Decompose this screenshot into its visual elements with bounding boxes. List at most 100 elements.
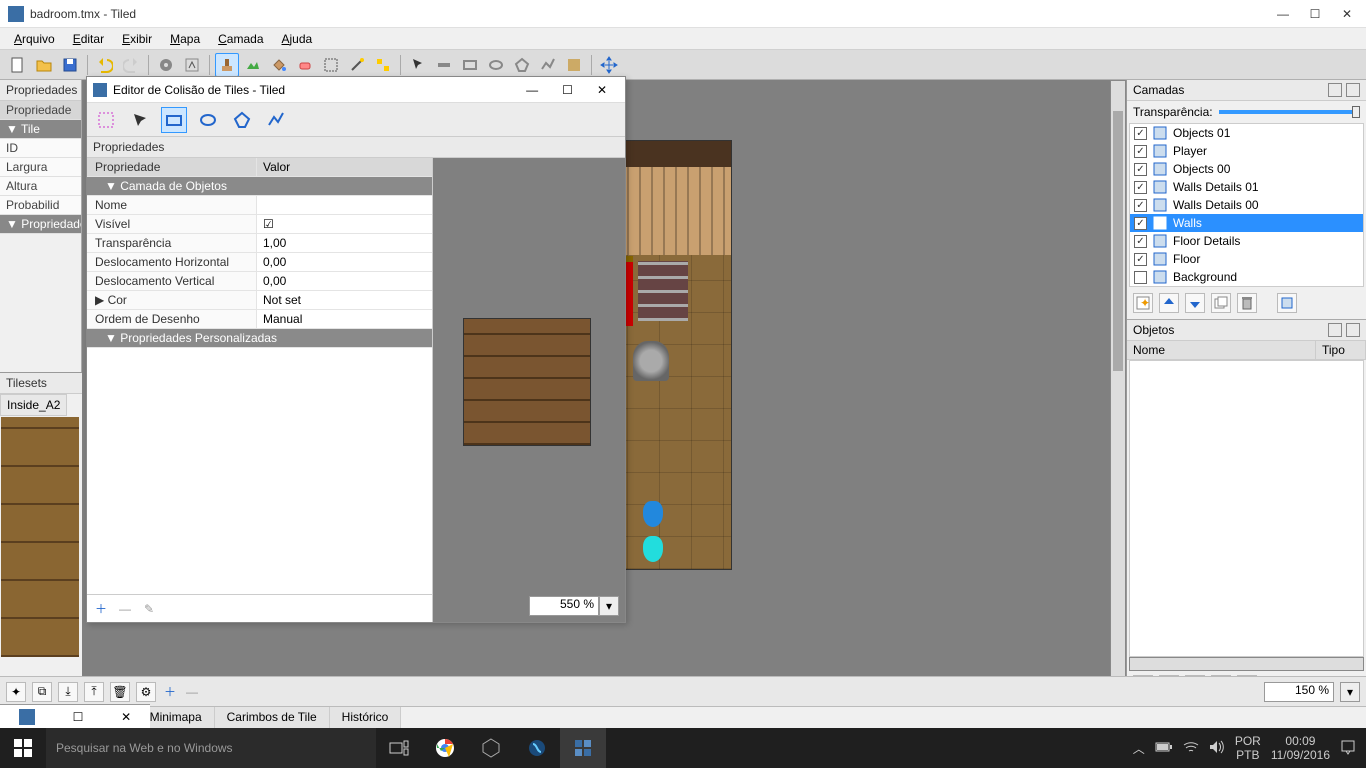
obj-col-name[interactable]: Nome: [1127, 341, 1316, 359]
tab-stamps[interactable]: Carimbos de Tile: [215, 707, 330, 728]
layer-row[interactable]: ✓ Walls Details 01: [1130, 178, 1363, 196]
new-tileset-icon[interactable]: ✦: [6, 682, 26, 702]
app-icon-2[interactable]: [514, 728, 560, 768]
dlg-group-custom[interactable]: ▼ Propriedades Personalizadas: [87, 329, 432, 348]
layer-visibility-checkbox[interactable]: ✓: [1134, 235, 1147, 248]
dlg-group-layer[interactable]: ▼ Camada de Objetos: [87, 177, 432, 196]
dialog-zoom-value[interactable]: 550 %: [529, 596, 599, 616]
tileset-zoom[interactable]: 150 %: [1264, 682, 1334, 702]
obj-select-icon[interactable]: [406, 53, 430, 77]
chrome-icon[interactable]: [422, 728, 468, 768]
layer-visibility-checkbox[interactable]: ✓: [1134, 253, 1147, 266]
dlg-edit-prop-icon[interactable]: ✎: [141, 601, 157, 617]
obj-edit-icon[interactable]: [432, 53, 456, 77]
embed-icon[interactable]: ⧉: [32, 682, 52, 702]
redo-icon[interactable]: [119, 53, 143, 77]
dialog-titlebar[interactable]: Editor de Colisão de Tiles - Tiled — ☐ ✕: [87, 77, 625, 103]
tray-chevron-icon[interactable]: ︿: [1133, 740, 1145, 757]
duplicate-layer-icon[interactable]: [1211, 293, 1231, 313]
prop-width[interactable]: Largura: [0, 158, 81, 177]
obj-ellipse-icon[interactable]: [484, 53, 508, 77]
layer-visibility-checkbox[interactable]: ✓: [1134, 163, 1147, 176]
subwin-close-icon[interactable]: ✕: [121, 710, 131, 724]
layer-row[interactable]: Background: [1130, 268, 1363, 286]
tray-wifi-icon[interactable]: [1183, 740, 1199, 757]
dlg-row-transp[interactable]: Transparência1,00: [87, 234, 432, 253]
taskbar-search[interactable]: Pesquisar na Web e no Windows: [46, 728, 376, 768]
prop-prob[interactable]: Probabilid: [0, 196, 81, 215]
save-icon[interactable]: [58, 53, 82, 77]
close-panel-icon[interactable]: [1346, 323, 1360, 337]
menu-file[interactable]: Arquivo: [6, 30, 63, 48]
fill-icon[interactable]: [267, 53, 291, 77]
delete-layer-icon[interactable]: [1237, 293, 1257, 313]
select-rect-icon[interactable]: [319, 53, 343, 77]
terrain-icon[interactable]: [241, 53, 265, 77]
tiled-icon[interactable]: [560, 728, 606, 768]
vscrollbar[interactable]: [1110, 80, 1126, 712]
tileset-view[interactable]: [1, 417, 79, 657]
prop-id[interactable]: ID: [0, 139, 81, 158]
menu-map[interactable]: Mapa: [162, 30, 208, 48]
tileset-tab[interactable]: Inside_A2: [0, 394, 67, 416]
edit-tileset-icon[interactable]: ⚙: [136, 682, 156, 702]
dialog-minimize-button[interactable]: —: [514, 83, 550, 97]
layer-up-icon[interactable]: [1159, 293, 1179, 313]
dlg-rect-icon[interactable]: [161, 107, 187, 133]
layer-down-icon[interactable]: [1185, 293, 1205, 313]
delete-tileset-icon[interactable]: 🗑: [110, 682, 130, 702]
new-layer-icon[interactable]: ✦: [1133, 293, 1153, 313]
move-icon[interactable]: [597, 53, 621, 77]
transparency-slider[interactable]: [1219, 110, 1360, 114]
export-icon[interactable]: ⤓: [58, 682, 78, 702]
menu-layer[interactable]: Camada: [210, 30, 271, 48]
subwin-restore-icon[interactable]: ☐: [73, 710, 84, 724]
layer-row[interactable]: ✓ Objects 00: [1130, 160, 1363, 178]
dlg-polygon-icon[interactable]: [229, 107, 255, 133]
menu-edit[interactable]: Editar: [65, 30, 112, 48]
menu-view[interactable]: Exibir: [114, 30, 160, 48]
minimize-button[interactable]: —: [1276, 7, 1290, 21]
dlg-select-icon[interactable]: [93, 107, 119, 133]
layer-row[interactable]: ✓ Floor Details: [1130, 232, 1363, 250]
dialog-canvas[interactable]: 550 % ▾: [433, 158, 625, 622]
auto-icon[interactable]: [180, 53, 204, 77]
layer-visibility-checkbox[interactable]: ✓: [1134, 145, 1147, 158]
close-panel-icon[interactable]: [1346, 83, 1360, 97]
eraser-icon[interactable]: [293, 53, 317, 77]
dlg-row-offy[interactable]: Deslocamento Vertical0,00: [87, 272, 432, 291]
layer-visibility-checkbox[interactable]: ✓: [1134, 217, 1147, 230]
dlg-row-offx[interactable]: Deslocamento Horizontal0,00: [87, 253, 432, 272]
tray-volume-icon[interactable]: [1209, 740, 1225, 757]
undock-icon[interactable]: [1328, 83, 1342, 97]
prop-group-custom[interactable]: ▼ Propriedade: [0, 215, 81, 234]
dlg-ellipse-icon[interactable]: [195, 107, 221, 133]
subwin-app-icon[interactable]: [19, 709, 35, 725]
obj-rect-icon[interactable]: [458, 53, 482, 77]
tileset-zoom-dropdown[interactable]: ▾: [1340, 682, 1360, 702]
tab-history[interactable]: Histórico: [330, 707, 402, 728]
menu-help[interactable]: Ajuda: [274, 30, 321, 48]
close-button[interactable]: ✕: [1340, 7, 1354, 21]
toggle-other-icon[interactable]: [1277, 293, 1297, 313]
obj-col-type[interactable]: Tipo: [1316, 341, 1366, 359]
layer-row[interactable]: ✓ Objects 01: [1130, 124, 1363, 142]
new-icon[interactable]: [6, 53, 30, 77]
tray-battery-icon[interactable]: [1155, 741, 1173, 756]
objects-hscroll[interactable]: [1129, 657, 1364, 671]
stamp-icon[interactable]: [215, 53, 239, 77]
dlg-edit-poly-icon[interactable]: [127, 107, 153, 133]
layer-row[interactable]: ✓ Player: [1130, 142, 1363, 160]
dialog-maximize-button[interactable]: ☐: [550, 83, 585, 97]
layer-visibility-checkbox[interactable]: ✓: [1134, 127, 1147, 140]
objects-list[interactable]: [1129, 360, 1364, 657]
prop-height[interactable]: Altura: [0, 177, 81, 196]
dialog-zoom-dropdown[interactable]: ▾: [599, 596, 619, 616]
tray-clock[interactable]: 00:0911/09/2016: [1271, 734, 1330, 763]
layer-row[interactable]: ✓ Floor: [1130, 250, 1363, 268]
taskview-icon[interactable]: [376, 728, 422, 768]
tray-notifications-icon[interactable]: [1340, 739, 1356, 758]
dlg-row-name[interactable]: Nome: [87, 196, 432, 215]
tray-lang[interactable]: PORPTB: [1235, 734, 1261, 763]
dlg-add-prop-icon[interactable]: ＋: [93, 601, 109, 617]
